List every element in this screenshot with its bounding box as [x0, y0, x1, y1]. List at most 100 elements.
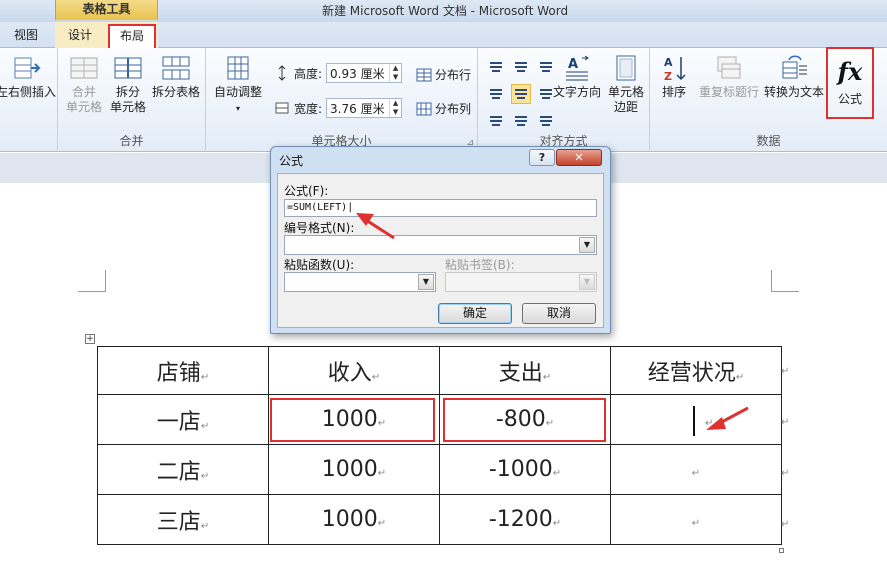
row-height-input[interactable]: 0.93 厘米 ▲ ▼: [326, 63, 403, 83]
help-button[interactable]: ?: [529, 149, 555, 166]
sort-label: 排序: [661, 85, 686, 99]
close-button[interactable]: ✕: [556, 149, 602, 166]
merge-cells-button[interactable]: 合并 单元格: [62, 54, 106, 115]
number-format-label: 编号格式(N):: [284, 221, 355, 235]
tab-view[interactable]: 视图: [14, 26, 38, 44]
group-merge-label: 合并: [119, 134, 144, 148]
table-cell[interactable]: ↵: [610, 494, 782, 545]
repeat-header-button[interactable]: 重复标题行: [696, 54, 762, 100]
number-format-select[interactable]: ▼: [284, 235, 597, 255]
cell-margins-icon: [616, 55, 636, 81]
formula-button-label: 公式: [837, 92, 862, 106]
table-resize-handle[interactable]: [779, 548, 784, 553]
paste-function-select[interactable]: ▼: [284, 272, 436, 292]
formula-button[interactable]: fx 公式: [826, 47, 874, 119]
cell-end-mark: ↵: [200, 470, 210, 482]
data-table: 店铺↵ 收入↵ 支出↵ 经营状况↵ 一店↵ 1000↵ -800↵ ↵ 二店↵ …: [97, 346, 782, 545]
align-top-left-button[interactable]: [486, 57, 506, 77]
align-bottom-left-button[interactable]: [486, 111, 506, 131]
cell-end-mark: ↵: [377, 468, 387, 479]
split-cells-button[interactable]: 拆分 单元格: [106, 54, 150, 115]
table-row: 三店↵ 1000↵ -1200↵ ↵: [97, 494, 782, 545]
page-corner-mark-left: [78, 270, 106, 292]
distribute-rows-button[interactable]: 分布行: [416, 66, 471, 83]
distribute-rows-icon: [416, 68, 432, 81]
chevron-down-icon[interactable]: ▼: [579, 237, 595, 253]
align-bottom-right-button[interactable]: [536, 111, 556, 131]
dialog-title: 公式: [279, 154, 304, 168]
tab-layout[interactable]: 布局: [108, 24, 156, 48]
cell-margins-line2: 边距: [613, 100, 638, 114]
cancel-button[interactable]: 取消: [522, 303, 596, 324]
table-cell[interactable]: -1200↵: [439, 494, 611, 545]
cell-margins-button[interactable]: 单元格 边距: [604, 54, 648, 115]
chevron-down-icon[interactable]: ▼: [418, 274, 434, 290]
autofit-dropdown-icon: ▾: [235, 104, 240, 113]
dialog-body: 公式(F): =SUM(LEFT)| 编号格式(N): ▼ 粘贴函数(U): ▼…: [277, 173, 604, 328]
text-direction-button[interactable]: A 文字方向: [550, 54, 604, 100]
alignment-grid: [486, 57, 556, 133]
autofit-button[interactable]: 自动调整 ▾: [208, 54, 268, 116]
split-cells-line1: 拆分: [115, 85, 140, 99]
table-cell[interactable]: 1000↵: [268, 494, 440, 545]
dialog-title-bar[interactable]: 公式 ? ✕: [271, 147, 610, 171]
row-height-spinner[interactable]: ▲ ▼: [389, 64, 401, 82]
align-middle-center-button[interactable]: [511, 84, 531, 104]
sort-button[interactable]: A Z 排序: [656, 54, 692, 100]
table-cell[interactable]: ↵: [610, 394, 782, 445]
context-group-label: 表格工具: [82, 2, 131, 16]
split-table-button[interactable]: 拆分表格: [148, 54, 204, 100]
cell-end-mark: ↵: [377, 518, 387, 529]
formula-dialog: 公式 ? ✕ 公式(F): =SUM(LEFT)| 编号格式(N): ▼ 粘贴函…: [270, 146, 611, 334]
text-direction-icon: A: [566, 55, 589, 81]
header-expense: 支出: [498, 360, 543, 386]
cell-end-mark: ↵: [735, 371, 745, 383]
insert-right-button[interactable]: 左右侧插入: [0, 54, 58, 100]
cell-value: -1000: [488, 457, 553, 482]
table-row: 二店↵ 1000↵ -1000↵ ↵: [97, 444, 782, 495]
expense-cell-highlight: [443, 398, 606, 442]
split-table-icon: [162, 56, 190, 80]
group-rows-columns: 左右侧插入: [0, 48, 58, 152]
income-cell-highlight: [270, 398, 435, 442]
table-cell[interactable]: -1000↵: [439, 444, 611, 495]
table-cell[interactable]: 三店↵: [97, 494, 269, 545]
table-cell[interactable]: ↵: [610, 444, 782, 495]
autofit-icon: [227, 56, 249, 80]
cell-end-mark: ↵: [691, 468, 701, 479]
align-top-center-button[interactable]: [511, 57, 531, 77]
align-bottom-center-button[interactable]: [511, 111, 531, 131]
row-height-value: 0.93 厘米: [330, 66, 385, 81]
table-cell[interactable]: 支出↵: [439, 346, 611, 395]
table-cell[interactable]: 收入↵: [268, 346, 440, 395]
page-corner-mark-right: [771, 270, 799, 292]
table-cell[interactable]: 店铺↵: [97, 346, 269, 395]
cell-end-mark: ↵: [542, 371, 552, 383]
convert-to-text-label: 转换为文本: [763, 85, 824, 99]
table-move-handle-icon[interactable]: +: [85, 334, 95, 344]
column-width-input[interactable]: 3.76 厘米 ▲ ▼: [326, 98, 403, 118]
align-middle-left-button[interactable]: [486, 84, 506, 104]
split-table-label: 拆分表格: [151, 85, 200, 99]
table-cell[interactable]: 一店↵: [97, 394, 269, 445]
convert-to-text-button[interactable]: 转换为文本: [762, 54, 826, 100]
paste-bookmark-label: 粘贴书签(B):: [445, 258, 515, 272]
title-bar: 表格工具 新建 Microsoft Word 文档 - Microsoft Wo…: [0, 0, 887, 22]
cell-end-mark: ↵: [705, 418, 714, 429]
cell-end-mark: ↵: [552, 468, 562, 479]
distribute-cols-button[interactable]: 分布列: [416, 100, 471, 117]
table-cell[interactable]: 二店↵: [97, 444, 269, 495]
distribute-rows-label: 分布行: [435, 68, 472, 82]
text-cursor: [693, 406, 695, 436]
cell-value: 三店: [156, 509, 201, 535]
repeat-header-label: 重复标题行: [698, 85, 759, 99]
table-cell[interactable]: 经营状况↵: [610, 346, 782, 395]
header-store: 店铺: [156, 360, 201, 386]
column-width-spinner[interactable]: ▲ ▼: [389, 99, 401, 117]
formula-input[interactable]: =SUM(LEFT)|: [284, 199, 597, 217]
ribbon-tab-row: 视图 设计 布局: [0, 22, 887, 48]
ok-button[interactable]: 确定: [438, 303, 512, 324]
table-cell[interactable]: 1000↵: [268, 444, 440, 495]
cell-margins-line1: 单元格: [607, 85, 644, 99]
tab-design[interactable]: 设计: [68, 26, 92, 44]
